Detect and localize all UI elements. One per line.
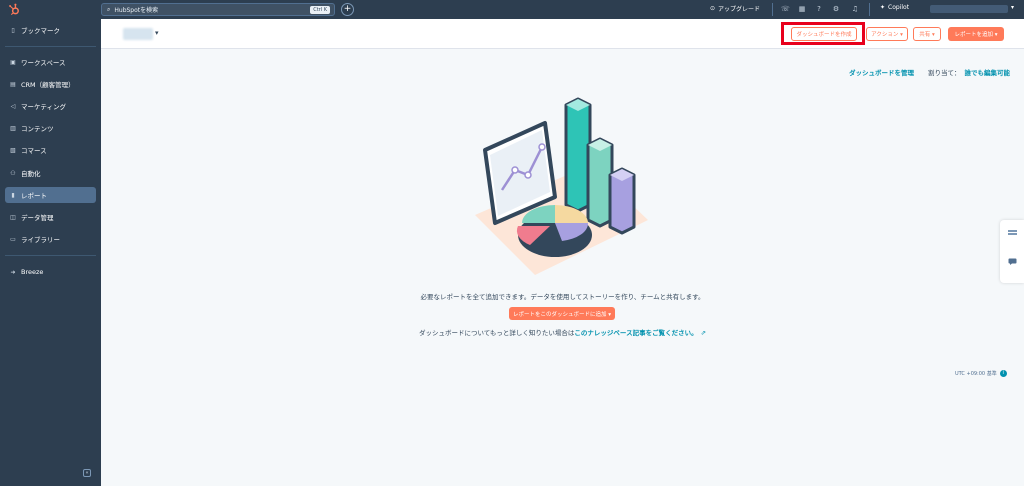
sidebar-item-marketing[interactable]: ◁ マーケティング	[5, 98, 96, 114]
search-shortcut-hint: Ctrl K	[310, 6, 330, 14]
kb-prefix: ダッシュボードについてもっと詳しく知りたい場合は	[418, 329, 575, 337]
content-icon: ▥	[10, 124, 16, 132]
timezone-info: UTC +09:00 基準 i	[955, 370, 1007, 377]
account-caret-icon[interactable]: ▾	[1011, 4, 1014, 11]
data-icon: ◫	[10, 213, 16, 221]
empty-state-description: 必要なレポートを全て追加できます。データを使用してストーリーを作り、チームと共有…	[420, 293, 705, 301]
sidebar-item-workspaces[interactable]: ▣ ワークスペース	[5, 54, 96, 70]
sidebar-item-label: マーケティング	[21, 103, 66, 111]
top-navigation-bar: ⌕ HubSpotを検索 Ctrl K + ⊙ アップグレード ☏ ▦ ? ⚙ …	[0, 0, 1024, 19]
workspace-icon: ▣	[10, 58, 16, 66]
help-icon[interactable]: ?	[815, 5, 823, 13]
settings-gear-icon[interactable]: ⚙	[832, 5, 840, 13]
sidebar-item-reports[interactable]: ▮ レポート	[5, 187, 96, 203]
sidebar-item-label: CRM（顧客管理）	[21, 81, 75, 89]
copilot-sparkle-icon: ✦	[880, 4, 886, 11]
info-icon[interactable]: i	[999, 370, 1007, 377]
assignment-info: 割り当て： 誰でも編集可能	[928, 67, 1010, 77]
empty-state-illustration	[475, 97, 648, 275]
marketplace-icon[interactable]: ▦	[798, 5, 806, 13]
upgrade-icon: ⊙	[710, 5, 716, 12]
sidebar-collapse-button[interactable]: «	[83, 469, 91, 477]
share-button[interactable]: 共有 ▾	[913, 27, 941, 41]
sidebar-item-label: コンテンツ	[21, 125, 54, 133]
library-icon: ▭	[10, 235, 16, 243]
sidebar-item-automation[interactable]: ⚇ 自動化	[5, 165, 96, 181]
add-report-button[interactable]: レポートを追加 ▾	[948, 27, 1004, 41]
sidebar-item-breeze[interactable]: ➜ Breeze	[5, 264, 96, 280]
manage-dashboards-link[interactable]: ダッシュボードを管理	[849, 67, 914, 77]
knowledge-base-line: ダッシュボードについてもっと詳しく知りたい場合はこのナレッジベース記事をご覧くだ…	[0, 327, 1024, 337]
marketing-icon: ◁	[10, 102, 16, 110]
sidebar-item-label: コマース	[21, 147, 47, 155]
sidebar-item-label: 自動化	[21, 170, 41, 178]
sidebar-item-label: データ管理	[21, 214, 54, 222]
breeze-icon: ➜	[10, 268, 16, 276]
sidebar-divider	[5, 46, 96, 47]
sidebar-item-crm[interactable]: ▤ CRM（顧客管理）	[5, 76, 96, 92]
sidebar-item-commerce[interactable]: ▧ コマース	[5, 142, 96, 158]
sidebar-item-label: ワークスペース	[21, 59, 66, 67]
search-icon: ⌕	[107, 5, 111, 13]
chat-icon[interactable]	[1008, 258, 1017, 265]
sidebar-item-label: Breeze	[21, 268, 44, 276]
upgrade-label: アップグレード	[718, 6, 761, 13]
phone-icon[interactable]: ☏	[781, 5, 790, 13]
search-placeholder: HubSpotを検索	[114, 7, 159, 14]
sidebar-item-data-management[interactable]: ◫ データ管理	[5, 209, 96, 225]
global-search-input[interactable]: ⌕ HubSpotを検索 Ctrl K	[101, 3, 335, 16]
kb-article-link[interactable]: このナレッジベース記事をご覧ください。	[574, 329, 697, 337]
external-link-icon[interactable]: ⇗	[701, 329, 706, 337]
dashboard-selector[interactable]	[123, 28, 153, 40]
assign-label: 割り当て：	[928, 69, 961, 77]
crm-icon: ▤	[10, 80, 16, 88]
assign-value-link[interactable]: 誰でも編集可能	[965, 69, 1011, 77]
timezone-label: UTC +09:00 基準	[955, 371, 997, 377]
reports-icon: ▮	[11, 191, 15, 199]
panel-list-icon[interactable]	[1008, 229, 1017, 236]
dashboard-header: ▾ ダッシュボードを作成 アクション ▾ 共有 ▾ レポートを追加 ▾	[101, 19, 1024, 49]
sidebar-item-bookmarks[interactable]: ▯ ブックマーク	[5, 22, 96, 38]
annotation-highlight-box	[781, 22, 865, 45]
right-side-panel	[1000, 220, 1024, 283]
sidebar-item-content[interactable]: ▥ コンテンツ	[5, 120, 96, 136]
chevron-down-icon[interactable]: ▾	[155, 29, 159, 37]
sidebar-item-label: レポート	[21, 192, 47, 200]
sidebar-item-label: ライブラリー	[21, 236, 60, 244]
bookmark-icon: ▯	[11, 26, 15, 34]
copilot-button[interactable]: ✦ Copilot	[880, 4, 909, 11]
notifications-bell-icon[interactable]: ♫	[851, 5, 859, 13]
commerce-icon: ▧	[10, 146, 16, 154]
sidebar-item-library[interactable]: ▭ ライブラリー	[5, 231, 96, 247]
actions-button[interactable]: アクション ▾	[866, 27, 908, 41]
copilot-label: Copilot	[888, 4, 910, 11]
account-menu[interactable]	[930, 5, 1008, 13]
topbar-divider	[869, 3, 870, 16]
hubspot-logo-icon[interactable]	[8, 3, 21, 16]
topbar-divider	[772, 3, 773, 16]
upgrade-button[interactable]: ⊙ アップグレード	[710, 4, 760, 13]
add-report-to-dashboard-button[interactable]: レポートをこのダッシュボードに追加 ▾	[509, 307, 615, 320]
create-new-button[interactable]: +	[341, 3, 354, 16]
sidebar-item-label: ブックマーク	[21, 27, 60, 35]
sidebar-divider	[5, 255, 96, 256]
left-sidebar: ▯ ブックマーク ▣ ワークスペース ▤ CRM（顧客管理） ◁ マーケティング…	[0, 19, 101, 486]
automation-icon: ⚇	[10, 169, 16, 177]
